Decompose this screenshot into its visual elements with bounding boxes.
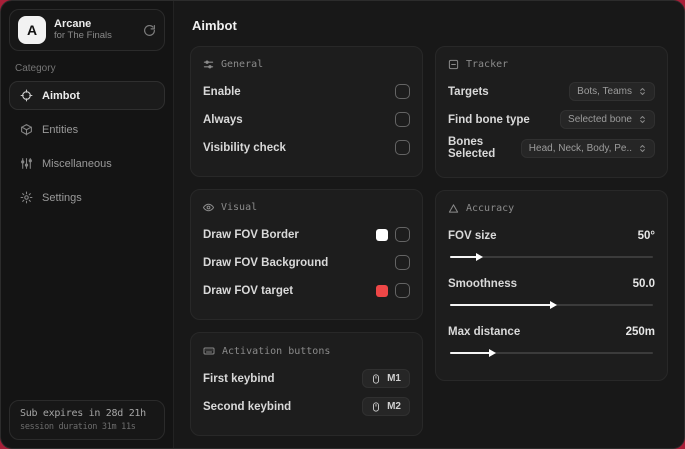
fov-size-value: 50° — [637, 229, 655, 242]
card-title: Tracker — [466, 59, 509, 70]
setting-row: Enable — [203, 80, 410, 103]
sidebar-item-entities[interactable]: Entities — [9, 115, 165, 144]
fov-border-color-swatch[interactable] — [376, 228, 388, 241]
chevrons-up-down-icon — [638, 144, 647, 153]
general-card: General Enable Always Visibility check — [190, 46, 423, 177]
setting-row: Second keybind M2 — [203, 395, 410, 418]
setting-row: Draw FOV target — [203, 279, 410, 302]
sidebar-item-label: Aimbot — [42, 89, 80, 102]
sidebar: A Arcane for The Finals Category Aimbot — [1, 1, 174, 448]
general-sliders-icon — [203, 59, 214, 70]
draw-fov-border-checkbox[interactable] — [395, 227, 410, 242]
eye-icon — [203, 202, 214, 213]
setting-row: Draw FOV Border — [203, 223, 410, 246]
visibility-check-checkbox[interactable] — [395, 140, 410, 155]
subscription-info-card: Sub expires in 28d 21h session duration … — [9, 400, 165, 440]
entities-icon — [20, 123, 33, 136]
setting-row: Smoothness 50.0 — [448, 277, 655, 290]
bones-selected-dropdown[interactable]: Head, Neck, Body, Pe.. — [520, 138, 655, 158]
sidebar-item-label: Miscellaneous — [42, 157, 112, 170]
setting-row: Targets Bots, Teams — [448, 80, 655, 103]
setting-row: Find bone type Selected bone — [448, 108, 655, 131]
activation-buttons-card: Activation buttons First keybind M1 Seco… — [190, 332, 423, 436]
tracker-box-icon — [448, 59, 459, 70]
refresh-icon[interactable] — [143, 24, 156, 37]
app-header-card: A Arcane for The Finals — [9, 9, 165, 51]
sidebar-item-label: Entities — [42, 123, 79, 136]
fov-target-color-swatch[interactable] — [376, 284, 388, 297]
session-duration-text: session duration 31m 11s — [20, 422, 136, 432]
visual-card: Visual Draw FOV Border Draw FOV Backgrou… — [190, 189, 423, 320]
triangle-icon — [448, 203, 459, 214]
second-keybind-button[interactable]: M2 — [362, 397, 410, 416]
slider-thumb[interactable] — [488, 348, 496, 357]
max-distance-slider[interactable] — [450, 348, 653, 358]
sub-expiry-text: Sub expires in 28d 21h — [20, 408, 146, 419]
enable-checkbox[interactable] — [395, 84, 410, 99]
category-label: Category — [15, 63, 56, 74]
sliders-icon — [20, 157, 33, 170]
crosshair-icon — [20, 89, 33, 102]
main-panel: Aimbot General Enable Always Visibility … — [174, 1, 684, 448]
card-title: Activation buttons — [222, 345, 331, 357]
app-window: A Arcane for The Finals Category Aimbot — [0, 0, 685, 449]
find-bone-type-dropdown[interactable]: Selected bone — [560, 110, 655, 129]
draw-fov-target-checkbox[interactable] — [395, 283, 410, 298]
sidebar-item-settings[interactable]: Settings — [9, 183, 165, 212]
sidebar-item-miscellaneous[interactable]: Miscellaneous — [9, 149, 165, 178]
setting-row: Visibility check — [203, 136, 410, 159]
draw-fov-background-checkbox[interactable] — [395, 255, 410, 270]
sidebar-item-aimbot[interactable]: Aimbot — [9, 81, 165, 110]
mouse-icon — [371, 373, 381, 384]
setting-row: First keybind M1 — [203, 367, 410, 390]
app-subtitle: for The Finals — [54, 29, 112, 41]
card-title: Visual — [221, 202, 258, 213]
slider-thumb[interactable] — [476, 252, 484, 261]
sidebar-item-label: Settings — [42, 191, 82, 204]
app-logo: A — [18, 16, 46, 44]
page-title: Aimbot — [192, 18, 237, 33]
fov-size-slider[interactable] — [450, 252, 653, 262]
chevrons-up-down-icon — [638, 115, 647, 124]
mouse-icon — [371, 401, 381, 412]
max-distance-value: 250m — [625, 325, 655, 338]
gear-icon — [20, 191, 33, 204]
smoothness-slider[interactable] — [450, 300, 653, 310]
first-keybind-button[interactable]: M1 — [362, 369, 410, 388]
slider-thumb[interactable] — [549, 300, 557, 309]
setting-row: Bones Selected Head, Neck, Body, Pe.. — [448, 136, 655, 160]
chevrons-up-down-icon — [638, 87, 647, 96]
keyboard-icon — [203, 345, 215, 357]
card-title: General — [221, 59, 264, 70]
smoothness-value: 50.0 — [632, 277, 655, 290]
app-name: Arcane — [54, 18, 92, 31]
always-checkbox[interactable] — [395, 112, 410, 127]
setting-row: Always — [203, 108, 410, 131]
targets-dropdown[interactable]: Bots, Teams — [569, 82, 655, 101]
accuracy-card: Accuracy FOV size 50° Smoothness 50.0 Ma… — [435, 190, 668, 381]
card-title: Accuracy — [466, 203, 515, 214]
setting-row: FOV size 50° — [448, 229, 655, 242]
setting-row: Draw FOV Background — [203, 251, 410, 274]
tracker-card: Tracker Targets Bots, Teams Find bone ty… — [435, 46, 668, 178]
setting-row: Max distance 250m — [448, 325, 655, 338]
